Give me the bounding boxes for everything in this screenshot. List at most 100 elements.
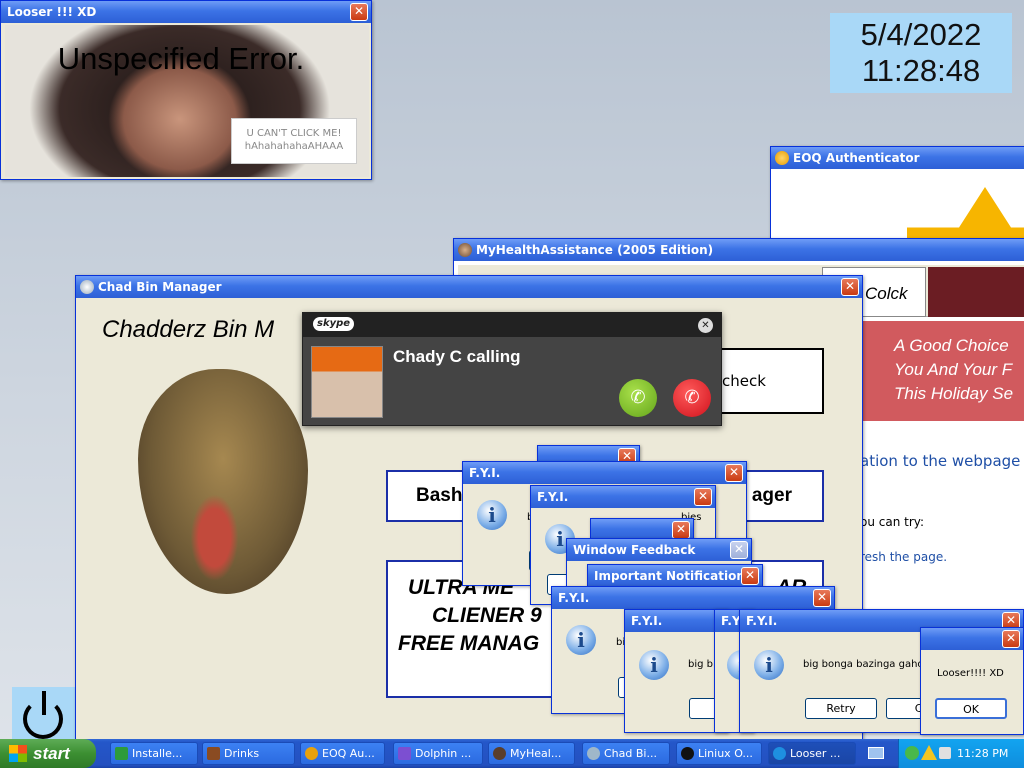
- retry-button[interactable]: Retry: [805, 698, 877, 719]
- close-icon[interactable]: ✕: [841, 278, 859, 296]
- start-label: start: [33, 744, 70, 763]
- chad-face-photo: [138, 369, 308, 594]
- looser-title: Looser !!! XD: [7, 5, 97, 19]
- bash-label: Bash: [416, 485, 463, 506]
- important-titlebar[interactable]: Important Notification ✕: [588, 565, 762, 587]
- power-button[interactable]: [12, 687, 76, 739]
- taskbar-item-linux[interactable]: Liniux O...: [676, 742, 762, 765]
- looser-window: Looser !!! XD ✕ Unspecified Error. U CAN'…: [0, 0, 372, 180]
- error-heading: Unspecified Error.: [57, 41, 305, 76]
- fyi3-titlebar[interactable]: F.Y.I. ✕: [552, 587, 834, 609]
- chad-icon: [587, 747, 600, 760]
- eoq-icon: [305, 747, 318, 760]
- tab-clock-label: Colck: [865, 284, 908, 303]
- volume-icon[interactable]: [939, 747, 951, 759]
- close-icon[interactable]: ✕: [725, 464, 743, 482]
- page-error-text: ation to the webpage: [860, 452, 1021, 470]
- keyboard-icon[interactable]: [868, 747, 884, 759]
- taskbar-item-installer[interactable]: Installe...: [110, 742, 198, 765]
- drinks-icon: [207, 747, 220, 760]
- retry-label: Retry: [826, 702, 856, 715]
- decline-call-button[interactable]: ✆: [673, 379, 711, 417]
- dolphin-icon: [398, 747, 411, 760]
- close-icon[interactable]: ✕: [1002, 630, 1020, 648]
- skype-call-popup: skype ✕ Chady C calling ✆ ✆: [302, 312, 722, 426]
- tab-dark[interactable]: [928, 267, 1024, 317]
- feedback-title: Window Feedback: [573, 543, 696, 557]
- ok-button[interactable]: OK: [935, 698, 1007, 719]
- health-app-icon: [458, 243, 472, 257]
- taskbar-item-chad[interactable]: Chad Bi...: [582, 742, 670, 765]
- taskbar-item-label: Looser ...: [790, 747, 841, 760]
- answer-call-button[interactable]: ✆: [619, 379, 657, 417]
- skype-header: [303, 313, 721, 337]
- health-title: MyHealthAssistance (2005 Edition): [476, 243, 714, 257]
- chad-heading: Chadderz Bin M: [102, 316, 275, 343]
- info-icon: i: [566, 625, 596, 655]
- holiday-ad-banner[interactable]: A Good Choice You And Your F This Holida…: [862, 321, 1024, 421]
- close-icon[interactable]: ✕: [813, 589, 831, 607]
- desktop-clock: 5/4/2022 11:28:48: [830, 13, 1012, 93]
- fyi2-title: F.Y.I.: [537, 490, 569, 504]
- chad-app-icon: [80, 280, 94, 294]
- tray-clock[interactable]: 11:28 PM: [957, 747, 1008, 760]
- fyi2-titlebar[interactable]: F.Y.I. ✕: [531, 486, 715, 508]
- cant-click-button[interactable]: U CAN'T CLICK ME! hAhahahahaAHAAA: [231, 118, 357, 164]
- eoq-title: EOQ Authenticator: [793, 151, 920, 165]
- eoq-app-icon: [775, 151, 789, 165]
- cant-click-line1: U CAN'T CLICK ME!: [246, 128, 342, 139]
- warning-icon[interactable]: [921, 745, 937, 760]
- taskbar-item-label: Drinks: [224, 747, 260, 760]
- taskbar-item-looser[interactable]: Looser ...: [768, 742, 856, 765]
- fyi4-message: big b: [688, 659, 713, 670]
- looser-small-message: Looser!!!! XD: [937, 668, 1004, 679]
- manager-label: ager: [751, 485, 792, 506]
- taskbar-item-eoq[interactable]: EOQ Au...: [300, 742, 385, 765]
- close-icon[interactable]: ✕: [730, 541, 748, 559]
- close-icon[interactable]: ✕: [741, 567, 759, 585]
- close-icon[interactable]: ✕: [350, 3, 368, 21]
- start-button[interactable]: start: [0, 739, 96, 768]
- ok-label: OK: [963, 703, 979, 716]
- hangup-icon: ✆: [684, 387, 700, 408]
- clock-time: 11:28:48: [861, 53, 981, 88]
- looser-small-dialog: ✕ Looser!!!! XD OK: [920, 627, 1024, 735]
- phone-icon: ✆: [630, 387, 646, 408]
- fyi4-title: F.Y.I.: [631, 614, 663, 628]
- chad-titlebar[interactable]: Chad Bin Manager ✕: [76, 276, 862, 298]
- looser-titlebar[interactable]: Looser !!! XD ✕: [1, 1, 371, 23]
- clock-date: 5/4/2022: [860, 17, 982, 52]
- linux-icon: [681, 747, 694, 760]
- taskbar-item-dolphin[interactable]: Dolphin ...: [393, 742, 483, 765]
- installer-icon: [115, 747, 128, 760]
- caller-name: Chady C calling: [393, 347, 521, 366]
- security-icon[interactable]: [905, 746, 919, 760]
- important-title: Important Notification: [594, 569, 745, 583]
- ad-line3: This Holiday Se: [894, 384, 1014, 403]
- refresh-link[interactable]: resh the page.: [860, 550, 947, 564]
- feedback-titlebar[interactable]: Window Feedback ✕: [567, 539, 751, 561]
- taskbar-item-drinks[interactable]: Drinks: [202, 742, 295, 765]
- skype-close-icon[interactable]: ✕: [698, 318, 713, 333]
- looser-small-titlebar[interactable]: ✕: [921, 628, 1023, 650]
- taskbar-item-label: Dolphin ...: [415, 747, 472, 760]
- close-icon[interactable]: ✕: [694, 488, 712, 506]
- chad-title: Chad Bin Manager: [98, 280, 222, 294]
- taskbar-item-myhealth[interactable]: MyHeal...: [488, 742, 575, 765]
- myhealth-icon: [493, 747, 506, 760]
- fyi3-title: F.Y.I.: [558, 591, 590, 605]
- fyi1-title: F.Y.I.: [469, 466, 501, 480]
- eoq-titlebar[interactable]: EOQ Authenticator: [771, 147, 1024, 169]
- taskbar-item-label: MyHeal...: [510, 747, 562, 760]
- check-label: check: [722, 372, 766, 390]
- info-icon: i: [477, 500, 507, 530]
- taskbar-item-label: Liniux O...: [698, 747, 753, 760]
- close-icon[interactable]: ✕: [672, 521, 690, 539]
- fyi4-titlebar[interactable]: F.Y.I.: [625, 610, 727, 632]
- fyi1-titlebar[interactable]: F.Y.I. ✕: [463, 462, 746, 484]
- taskbar-item-label: Installe...: [132, 747, 183, 760]
- fyi-dialog-4: F.Y.I. i big b: [624, 609, 728, 733]
- skype-logo: skype: [313, 317, 355, 331]
- ad-line1: A Good Choice: [894, 336, 1009, 355]
- health-titlebar[interactable]: MyHealthAssistance (2005 Edition): [454, 239, 1024, 261]
